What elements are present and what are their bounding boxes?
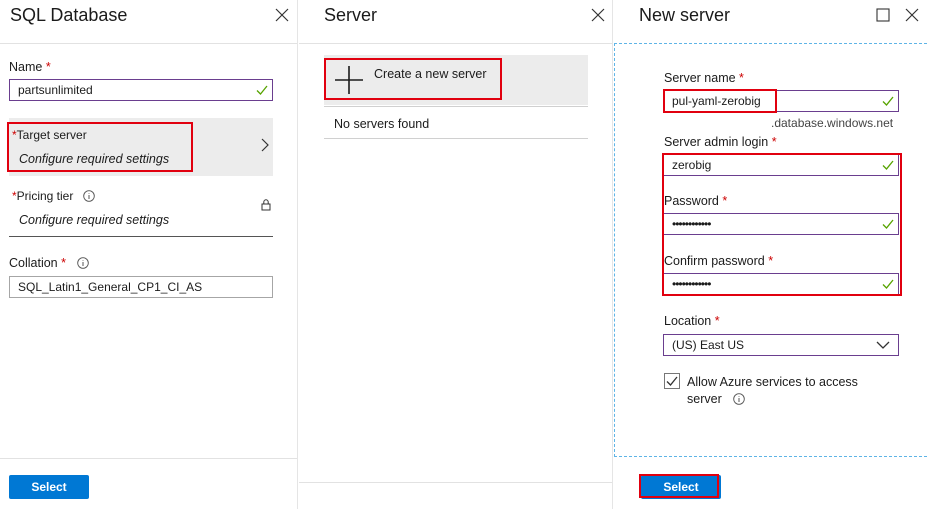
collation-label: Collation *: [9, 256, 90, 270]
lock-icon: [261, 199, 271, 211]
new-server-blade: New server Server name * pul-yaml-zerobi…: [614, 0, 927, 509]
check-icon: [882, 279, 894, 289]
password-value: ••••••••••••: [672, 217, 711, 231]
close-icon[interactable]: [905, 8, 921, 24]
collation-input-value: SQL_Latin1_General_CP1_CI_AS: [18, 280, 203, 294]
admin-login-value: zerobig: [672, 158, 712, 172]
server-name-suffix: .database.windows.net: [771, 116, 894, 130]
collation-input[interactable]: SQL_Latin1_General_CP1_CI_AS: [9, 276, 273, 298]
list-divider: [324, 138, 588, 139]
sql-database-blade: SQL Database Name * partsunlimited *Targ…: [0, 0, 298, 509]
allow-azure-label: Allow Azure services to access server: [687, 374, 858, 408]
chevron-right-icon: [261, 138, 269, 152]
name-label: Name *: [9, 60, 51, 74]
allow-azure-label-line2: server: [687, 392, 722, 406]
admin-login-input[interactable]: zerobig: [663, 154, 899, 176]
chevron-down-icon: [876, 341, 890, 349]
maximize-icon[interactable]: [876, 8, 892, 24]
name-input-value: partsunlimited: [18, 83, 93, 97]
confirm-password-label: Confirm password *: [664, 254, 774, 268]
footer-divider: [299, 482, 612, 483]
allow-azure-label-line1: Allow Azure services to access: [687, 375, 858, 389]
confirm-password-value: ••••••••••••: [672, 277, 711, 291]
info-icon[interactable]: [77, 257, 90, 269]
target-server-hint: Configure required settings: [19, 152, 170, 166]
info-icon[interactable]: [733, 393, 745, 405]
header-divider: [0, 43, 297, 44]
check-icon: [882, 219, 894, 229]
allow-azure-checkbox[interactable]: [664, 373, 680, 389]
target-server-label: *Target server: [12, 128, 87, 142]
select-button[interactable]: Select: [9, 475, 89, 499]
check-icon: [882, 96, 894, 106]
header-divider: [299, 43, 612, 44]
check-icon: [882, 160, 894, 170]
check-icon: [256, 85, 268, 95]
pricing-tier-row[interactable]: *Pricing tier Configure required setting…: [9, 178, 273, 237]
info-icon[interactable]: [82, 190, 95, 202]
pricing-tier-hint: Configure required settings: [19, 213, 170, 227]
pricing-tier-label: *Pricing tier: [12, 189, 95, 203]
footer-divider: [0, 458, 297, 459]
admin-login-label: Server admin login *: [664, 135, 777, 149]
create-new-server-button[interactable]: Create a new server: [324, 55, 588, 105]
location-label: Location *: [664, 314, 720, 328]
server-name-value: pul-yaml-zerobig: [672, 94, 761, 108]
location-select[interactable]: (US) East US: [663, 334, 899, 356]
focus-outline-bottom: [614, 456, 927, 457]
close-icon[interactable]: [591, 8, 607, 24]
location-value: (US) East US: [672, 338, 745, 352]
plus-icon: [335, 66, 363, 94]
new-server-title: New server: [639, 5, 731, 25]
focus-outline-top: [614, 43, 927, 44]
confirm-password-input[interactable]: ••••••••••••: [663, 273, 899, 295]
name-input[interactable]: partsunlimited: [9, 79, 273, 101]
list-divider: [324, 106, 588, 107]
focus-outline-left: [614, 43, 615, 457]
server-title: Server: [324, 5, 378, 25]
password-label: Password *: [664, 194, 728, 208]
server-name-input[interactable]: pul-yaml-zerobig: [663, 90, 899, 112]
create-new-server-label: Create a new server: [374, 67, 487, 81]
password-input[interactable]: ••••••••••••: [663, 213, 899, 235]
server-name-label: Server name *: [664, 71, 744, 85]
empty-list-text: No servers found: [334, 117, 430, 131]
sql-database-title: SQL Database: [10, 5, 128, 25]
close-icon[interactable]: [275, 8, 291, 24]
select-button[interactable]: Select: [641, 475, 721, 499]
server-blade: Server Create a new server No servers fo…: [299, 0, 613, 509]
checkmark-icon: [666, 376, 678, 386]
target-server-row[interactable]: *Target server Configure required settin…: [9, 118, 273, 176]
